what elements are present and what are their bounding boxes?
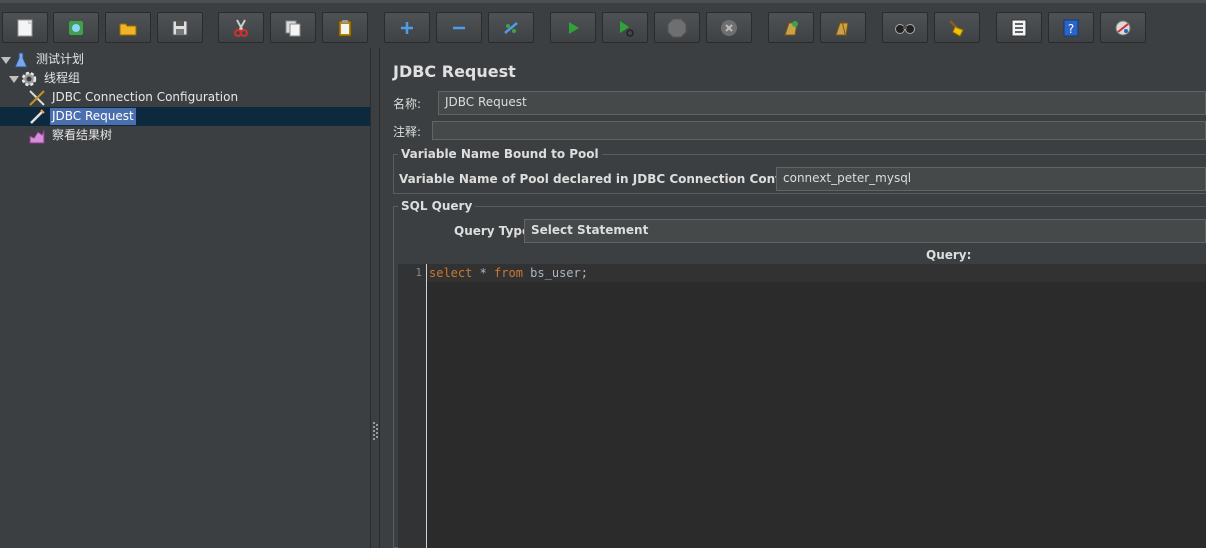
new-button[interactable] — [2, 12, 48, 43]
expand-button[interactable] — [384, 12, 430, 43]
sql-query-group-title: SQL Query — [398, 199, 476, 213]
paste-button[interactable] — [322, 12, 368, 43]
tree-item-jdbc-connection-config[interactable]: JDBC Connection Configuration — [28, 88, 240, 107]
pool-group-title: Variable Name Bound to Pool — [398, 147, 602, 161]
pool-variable-field[interactable]: connext_peter_mysql — [776, 167, 1206, 191]
help-button[interactable]: ? — [1048, 12, 1094, 43]
shutdown-icon — [721, 19, 737, 36]
save-icon — [172, 20, 188, 35]
sampler-icon — [28, 108, 46, 126]
start-button[interactable] — [550, 12, 596, 43]
tree-item-label: 测试计划 — [36, 52, 85, 66]
reset-search-button[interactable] — [934, 12, 980, 43]
start-no-pauses-icon — [620, 20, 634, 37]
sql-code-editor[interactable]: 1 select * from bs_user; — [398, 264, 1206, 548]
search-icon — [895, 23, 915, 34]
listener-icon — [28, 127, 46, 145]
tree-item-jdbc-request[interactable]: JDBC Request — [0, 107, 370, 126]
comment-label: 注释: — [393, 125, 422, 139]
panel-splitter[interactable] — [370, 48, 380, 548]
config-element-icon — [28, 89, 46, 107]
tree-item-label: 线程组 — [44, 71, 81, 85]
search-button[interactable] — [882, 12, 928, 43]
toggle-button[interactable] — [488, 12, 534, 43]
start-icon — [569, 21, 579, 34]
templates-button[interactable] — [53, 12, 99, 43]
cut-icon — [234, 19, 248, 37]
query-type-label: Query Type: — [454, 224, 535, 238]
new-icon — [17, 19, 33, 36]
toggle-icon — [504, 21, 518, 34]
expand-arrow-icon[interactable] — [8, 69, 20, 88]
start-no-pauses-button[interactable] — [602, 12, 648, 43]
sql-keyword: from — [494, 266, 523, 280]
stop-button[interactable] — [654, 12, 700, 43]
clear-button[interactable] — [768, 12, 814, 43]
sql-keyword: select — [429, 266, 473, 280]
shutdown-button[interactable] — [706, 12, 752, 43]
paste-icon — [338, 19, 352, 36]
cut-button[interactable] — [218, 12, 264, 43]
test-plan-tree: 测试计划 线程组 JDBC Connection Configuration J… — [0, 48, 370, 548]
jdbc-request-editor: JDBC Request 名称: JDBC Request 注释: Variab… — [381, 48, 1206, 548]
test-plan-icon — [12, 51, 30, 69]
svg-text:?: ? — [1068, 22, 1074, 36]
clear-all-button[interactable] — [820, 12, 866, 43]
reset-search-icon — [949, 19, 964, 37]
thread-group-icon — [20, 70, 38, 88]
tree-item-label: JDBC Connection Configuration — [52, 90, 239, 104]
tree-item-label: 察看结果树 — [52, 128, 113, 142]
tree-item-label: JDBC Request — [50, 108, 136, 125]
drag-handle-icon[interactable] — [373, 422, 378, 440]
copy-button[interactable] — [270, 12, 316, 43]
name-label: 名称: — [393, 97, 422, 111]
tree-item-test-plan[interactable]: 测试计划 — [0, 50, 86, 69]
tree-item-view-results-tree[interactable]: 察看结果树 — [28, 126, 114, 145]
query-label: Query: — [926, 248, 972, 262]
clear-icon — [784, 20, 798, 35]
function-helper-button[interactable] — [996, 12, 1042, 43]
name-field[interactable]: JDBC Request — [438, 91, 1206, 115]
collapse-icon — [453, 26, 465, 29]
tree-item-thread-group[interactable]: 线程组 — [8, 69, 82, 88]
open-button[interactable] — [105, 12, 151, 43]
toolbar: ? — [0, 0, 1206, 48]
line-number-gutter: 1 — [398, 264, 427, 548]
remote-button[interactable] — [1100, 12, 1146, 43]
remote-icon — [1115, 20, 1131, 35]
collapse-button[interactable] — [436, 12, 482, 43]
expand-icon — [401, 21, 413, 34]
comment-field[interactable] — [432, 121, 1206, 140]
code-line[interactable]: select * from bs_user; — [427, 264, 1206, 282]
clear-all-icon — [835, 20, 849, 35]
save-button[interactable] — [157, 12, 203, 43]
line-number: 1 — [415, 266, 422, 279]
sql-text: bs_user; — [522, 266, 588, 280]
open-icon — [119, 23, 137, 35]
templates-icon — [69, 20, 83, 35]
page-title: JDBC Request — [393, 62, 516, 81]
stop-icon — [667, 18, 687, 37]
help-icon: ? — [1063, 19, 1079, 36]
copy-icon — [285, 20, 301, 36]
expand-arrow-icon[interactable] — [0, 50, 12, 69]
sql-text: * — [472, 266, 495, 280]
query-type-select[interactable]: Select Statement — [524, 219, 1206, 243]
function-helper-icon — [1011, 19, 1027, 36]
